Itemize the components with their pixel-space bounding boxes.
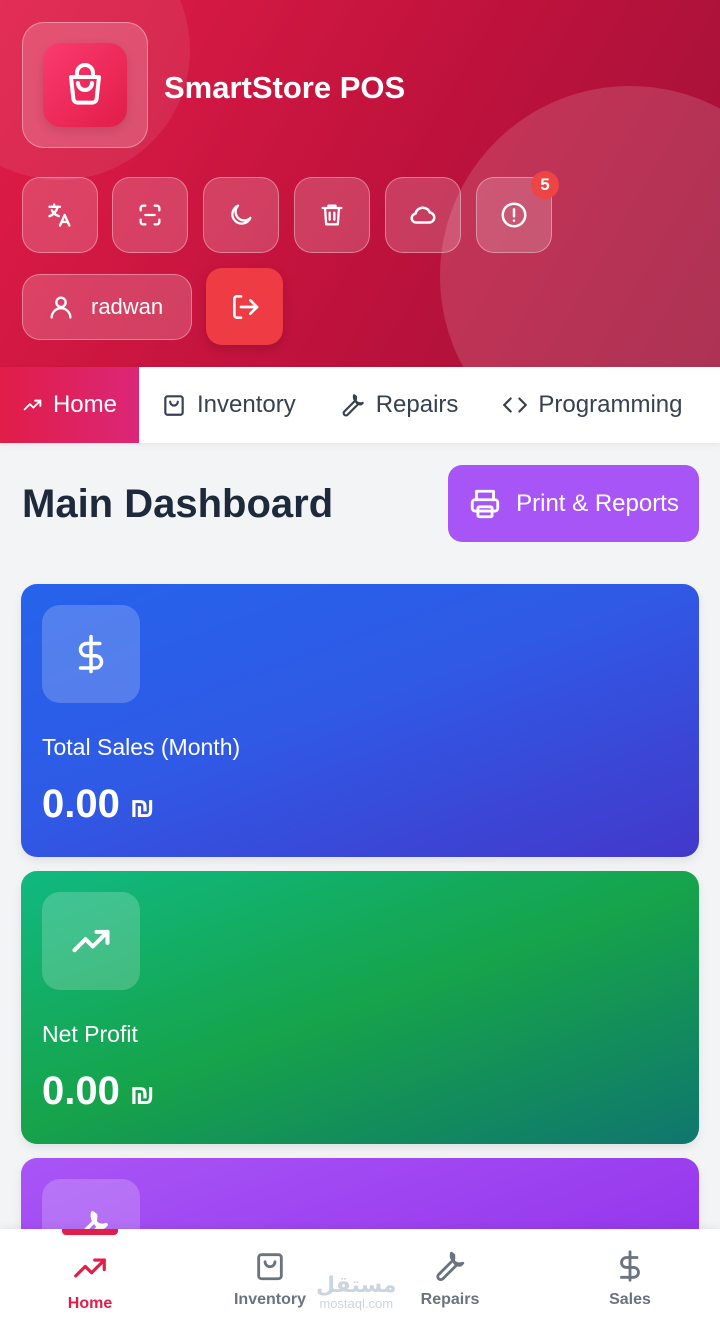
app-title: SmartStore POS [164,70,406,105]
card-label: Net Profit [42,1021,138,1047]
tab-repairs[interactable]: Repairs [318,367,481,443]
print-reports-button[interactable]: Print & Reports [448,465,699,542]
watermark-latin: mostaql.com [319,1296,394,1312]
delete-button[interactable] [294,177,370,253]
tab-programming[interactable]: Programming [480,367,704,443]
watermark-arabic: مستقل [316,1272,397,1297]
card-label: Total Sales (Month) [42,734,241,760]
logout-button[interactable] [206,268,283,345]
trash-icon [321,204,343,226]
active-indicator [62,1229,118,1235]
tab-label: Programming [538,391,683,418]
scan-button[interactable] [112,177,188,253]
nav-sales[interactable]: Sales [540,1229,720,1341]
user-profile[interactable]: radwan [22,274,192,340]
nav-label: Home [67,1295,113,1312]
main-tabs: Home Inventory Repairs Programming [0,367,720,443]
dollar-icon [620,1250,640,1282]
trending-up-icon [72,929,110,953]
app-logo [22,22,148,148]
translate-button[interactable] [22,177,98,253]
card-value: 0.00 ₪ [42,782,155,827]
tab-home[interactable]: Home [0,367,139,443]
currency-symbol: ₪ [129,1079,155,1110]
scan-icon [139,204,161,226]
card-value: 0.00 ₪ [42,1069,155,1114]
cloud-icon [410,206,436,224]
tab-label: Repairs [375,391,459,418]
code-icon [503,397,528,413]
moon-icon [231,204,252,225]
logout-icon [232,294,258,319]
nav-label: Inventory [233,1291,306,1308]
wrench-icon [342,394,364,417]
tab-label: Inventory [197,391,296,418]
tab-overflow[interactable] [704,367,720,443]
user-name: radwan [91,294,164,319]
shopping-bag-icon [257,1253,283,1281]
shopping-bag-icon [164,395,184,416]
watermark: مستقل mostaql.com [316,1272,397,1312]
trending-up-icon [74,1258,106,1278]
nav-label: Repairs [420,1291,480,1308]
shopping-bag-icon [69,63,101,105]
page-title: Main Dashboard [22,482,334,526]
net-profit-card: Net Profit 0.00 ₪ [21,871,699,1144]
card-amount: 0.00 [42,782,120,826]
nav-label: Sales [609,1291,651,1308]
user-icon [50,296,72,319]
dollar-icon [78,634,104,674]
alerts-button[interactable]: 5 [476,171,559,253]
card-icon-box [42,605,140,703]
dark-mode-button[interactable] [203,177,279,253]
currency-symbol: ₪ [129,792,155,823]
total-sales-card: Total Sales (Month) 0.00 ₪ [21,584,699,857]
alert-circle-icon [501,202,527,228]
wrench-icon [436,1251,465,1282]
nav-home[interactable]: Home [0,1229,180,1341]
trending-up-icon [23,399,42,411]
tab-label: Home [52,391,117,418]
alerts-badge: 5 [531,171,559,199]
translate-icon [48,203,71,227]
tab-inventory[interactable]: Inventory [139,367,318,443]
printer-icon [470,489,500,518]
print-reports-label: Print & Reports [516,489,679,517]
card-amount: 0.00 [42,1069,120,1113]
card-icon-box [42,892,140,990]
app-header: SmartStore POS 5 radwan [0,0,720,367]
cloud-button[interactable] [385,177,461,253]
